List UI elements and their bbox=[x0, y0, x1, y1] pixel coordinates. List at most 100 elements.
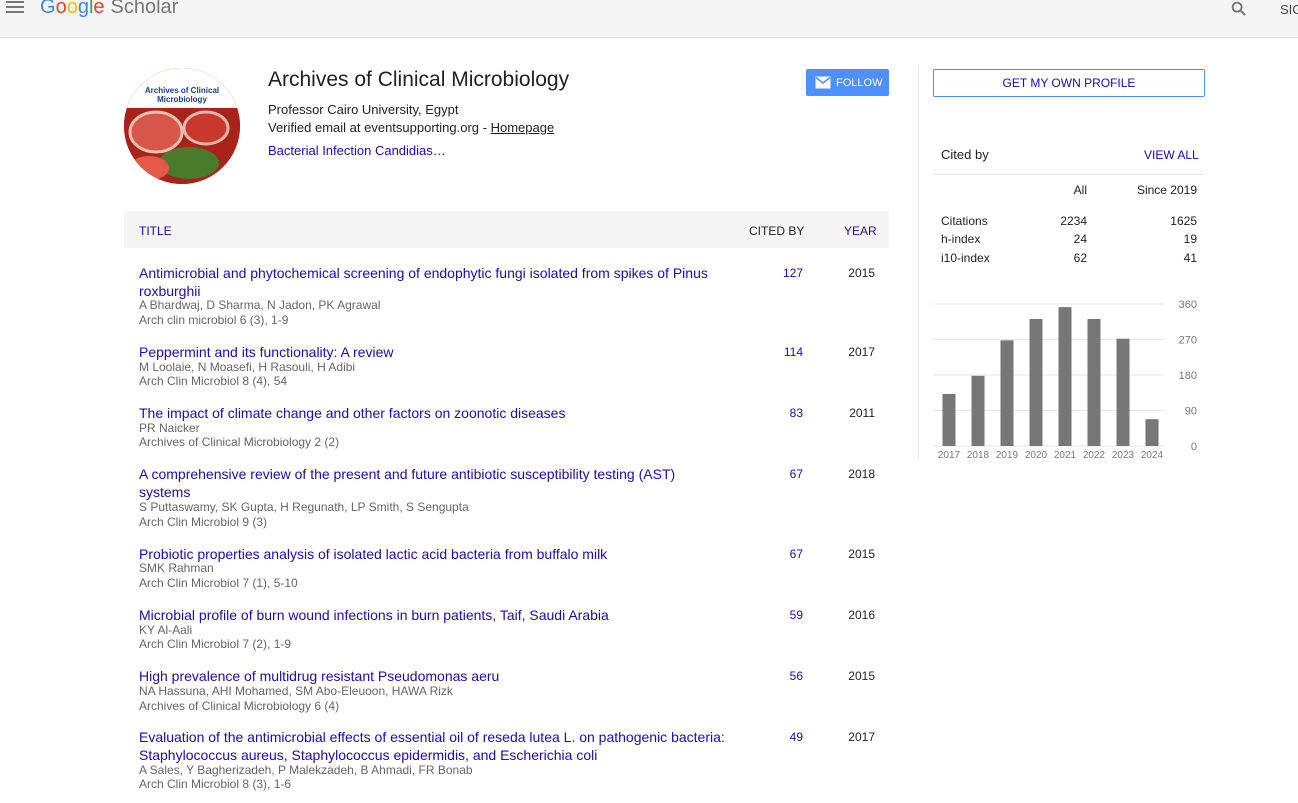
articles-table-header: TITLE CITED BY YEAR bbox=[124, 211, 889, 248]
citation-bar bbox=[942, 393, 956, 446]
stat-all: 62 bbox=[1073, 251, 1087, 265]
follow-label: FOLLOW bbox=[836, 76, 883, 89]
article-authors: A Sales, Y Bagherizadeh, P Malekzadeh, B… bbox=[139, 763, 473, 777]
article-authors: NA Hassuna, AHI Mohamed, SM Abo-Eleuoon,… bbox=[139, 684, 453, 698]
profile-avatar: Archives of Clinical Microbiology bbox=[124, 68, 240, 184]
article-venue: Archives of Clinical Microbiology 6 (4) bbox=[139, 699, 340, 713]
y-tick-label: 270 bbox=[1179, 335, 1197, 347]
interest-link[interactable]: Bacterial Infection Candidias… bbox=[268, 143, 446, 158]
sign-in-link[interactable]: SIG bbox=[1280, 2, 1298, 17]
x-tick-label: 2022 bbox=[1083, 450, 1106, 461]
y-tick-label: 360 bbox=[1179, 299, 1197, 311]
cited-by-count-link[interactable]: 56 bbox=[764, 669, 803, 683]
x-tick-label: 2019 bbox=[996, 450, 1019, 461]
profile-name: Archives of Clinical Microbiology bbox=[268, 68, 570, 91]
article-authors: KY Al-Aali bbox=[139, 623, 193, 637]
y-tick-label: 180 bbox=[1179, 370, 1197, 382]
citation-bar bbox=[971, 375, 985, 446]
col-cited-by-header[interactable]: CITED BY bbox=[749, 224, 804, 238]
article-authors: SMK Rahman bbox=[139, 561, 214, 575]
google-scholar-logo[interactable]: Google Scholar bbox=[40, 0, 178, 19]
article-title-link[interactable]: Microbial profile of burn wound infectio… bbox=[139, 606, 729, 624]
search-icon[interactable] bbox=[1230, 0, 1248, 18]
top-bar: Google Scholar SIG bbox=[0, 0, 1298, 38]
article-authors: A Bhardwaj, D Sharma, N Jadon, PK Agrawa… bbox=[139, 298, 381, 312]
hamburger-menu-icon[interactable] bbox=[6, 1, 24, 15]
citation-bar bbox=[1116, 338, 1130, 446]
stats-col-all: All bbox=[1073, 183, 1087, 197]
cited-by-count-link[interactable]: 49 bbox=[764, 730, 803, 744]
article-venue: Archives of Clinical Microbiology 2 (2) bbox=[139, 435, 340, 449]
citation-bar bbox=[1000, 340, 1014, 446]
y-tick-label: 90 bbox=[1185, 406, 1197, 418]
get-my-own-profile-button[interactable]: GET MY OWN PROFILE bbox=[933, 69, 1205, 97]
homepage-link[interactable]: Homepage bbox=[491, 120, 555, 135]
article-venue: Arch Clin Microbiol 9 (3) bbox=[139, 515, 268, 529]
article-title-link[interactable]: Antimicrobial and phytochemical screenin… bbox=[139, 264, 729, 300]
article-venue: Arch Clin Microbiol 7 (2), 1-9 bbox=[139, 637, 292, 651]
sidebar-divider bbox=[918, 66, 919, 459]
cited-by-count-link[interactable]: 114 bbox=[764, 345, 803, 359]
article-year: 2011 bbox=[849, 406, 875, 420]
svg-text:Microbiology: Microbiology bbox=[157, 95, 207, 104]
x-tick-label: 2020 bbox=[1025, 450, 1048, 461]
citation-bar bbox=[1029, 318, 1043, 446]
article-title-link[interactable]: Evaluation of the antimicrobial effects … bbox=[139, 728, 729, 764]
x-tick-label: 2018 bbox=[967, 450, 990, 461]
article-year: 2017 bbox=[848, 730, 875, 744]
article-venue: Arch Clin Microbiol 7 (1), 5-10 bbox=[139, 576, 298, 590]
profile-affiliation: Professor Cairo University, Egypt bbox=[268, 102, 459, 117]
stat-all: 24 bbox=[1073, 232, 1087, 246]
cited-by-count-link[interactable]: 67 bbox=[764, 547, 803, 561]
article-year: 2015 bbox=[848, 669, 875, 683]
stats-col-since: Since 2019 bbox=[1136, 183, 1197, 197]
stats-divider bbox=[933, 174, 1204, 175]
x-tick-label: 2023 bbox=[1112, 450, 1135, 461]
article-authors: PR Naicker bbox=[139, 421, 200, 435]
x-tick-label: 2024 bbox=[1141, 450, 1164, 461]
article-year: 2017 bbox=[848, 345, 875, 359]
article-authors: S Puttaswamy, SK Gupta, H Regunath, LP S… bbox=[139, 500, 469, 514]
article-year: 2015 bbox=[848, 266, 875, 280]
cited-by-count-link[interactable]: 59 bbox=[764, 608, 803, 622]
article-authors: M Loolaie, N Moasefi, H Rasouli, H Adibi bbox=[139, 360, 356, 374]
citation-bar bbox=[1087, 318, 1101, 446]
x-tick-label: 2017 bbox=[938, 450, 961, 461]
article-title-link[interactable]: The impact of climate change and other f… bbox=[139, 404, 729, 422]
article-year: 2016 bbox=[848, 608, 875, 622]
logo-suffix: Scholar bbox=[110, 0, 179, 18]
stat-all: 2234 bbox=[1060, 214, 1087, 228]
article-year: 2018 bbox=[848, 467, 875, 481]
mail-icon bbox=[815, 76, 831, 89]
cited-by-heading: Cited by bbox=[941, 147, 989, 162]
citation-bar bbox=[1058, 307, 1072, 446]
profile-email: Verified email at eventsupporting.org - … bbox=[268, 120, 554, 135]
stat-label: i10-index bbox=[941, 251, 990, 265]
email-text: Verified email at eventsupporting.org - bbox=[268, 120, 491, 135]
col-title-header[interactable]: TITLE bbox=[139, 224, 172, 238]
citation-bar bbox=[1145, 419, 1159, 446]
view-all-link[interactable]: VIEW ALL bbox=[1144, 148, 1199, 162]
article-venue: Arch Clin Microbiol 8 (4), 54 bbox=[139, 374, 288, 388]
col-year-header[interactable]: YEAR bbox=[844, 224, 877, 238]
stat-since: 1625 bbox=[1170, 214, 1197, 228]
article-title-link[interactable]: High prevalence of multidrug resistant P… bbox=[139, 667, 729, 685]
article-venue: Arch Clin Microbiol 8 (3), 1-6 bbox=[139, 777, 292, 791]
x-tick-label: 2021 bbox=[1054, 450, 1077, 461]
stat-label: h-index bbox=[941, 232, 981, 246]
svg-text:Archives of Clinical: Archives of Clinical bbox=[145, 86, 219, 95]
follow-button[interactable]: FOLLOW bbox=[806, 69, 889, 96]
article-title-link[interactable]: Peppermint and its functionality: A revi… bbox=[139, 343, 729, 361]
stat-since: 41 bbox=[1183, 251, 1197, 265]
article-year: 2015 bbox=[848, 547, 875, 561]
article-title-link[interactable]: A comprehensive review of the present an… bbox=[139, 465, 729, 501]
stat-label: Citations bbox=[941, 214, 988, 228]
cited-by-count-link[interactable]: 127 bbox=[764, 266, 803, 280]
article-venue: Arch clin microbiol 6 (3), 1-9 bbox=[139, 313, 289, 327]
stat-since: 19 bbox=[1183, 232, 1197, 246]
cited-by-count-link[interactable]: 67 bbox=[764, 467, 803, 481]
cited-by-count-link[interactable]: 83 bbox=[764, 406, 803, 420]
article-title-link[interactable]: Probiotic properties analysis of isolate… bbox=[139, 545, 729, 563]
citations-bar-chart: 360 270 180 90 0 2017 2018 2019 2020 2021 2022 2023… bbox=[933, 299, 1197, 461]
y-tick-label: 0 bbox=[1191, 441, 1197, 453]
